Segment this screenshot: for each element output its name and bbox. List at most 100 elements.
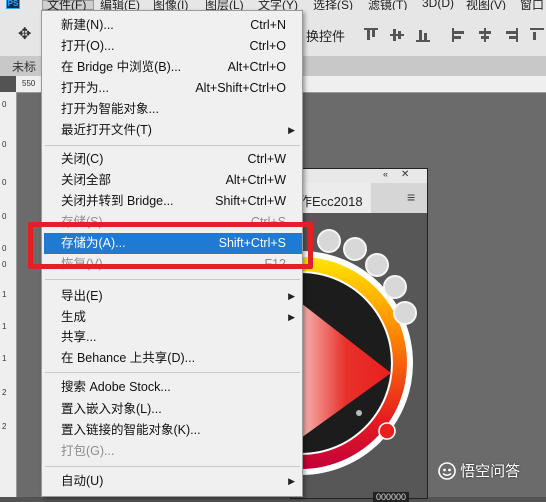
menu-item-label: 生成: [61, 310, 87, 324]
menu-item-share[interactable]: 共享...: [42, 327, 302, 348]
menubar: PS 文件(F) 编辑(E) 图像(I) 图层(L) 文字(Y) 选择(S) 滤…: [0, 0, 546, 10]
ruler-label: 2: [2, 388, 7, 397]
menu-item-open-as[interactable]: 打开为... Alt+Shift+Ctrl+O: [42, 78, 302, 99]
ruler-label: 0: [2, 212, 7, 221]
swatch-button-icon[interactable]: [343, 237, 367, 261]
swatch-button-icon[interactable]: [365, 253, 389, 277]
align-bottom-icon[interactable]: [416, 28, 430, 42]
menu-item-open-as-smart-object[interactable]: 打开为智能对象...: [42, 99, 302, 120]
document-tab[interactable]: 未标: [12, 58, 36, 75]
annotation-highlight-box: [28, 222, 313, 269]
triangle-picker-dot[interactable]: [356, 410, 362, 416]
menu-item-new[interactable]: 新建(N)... Ctrl+N: [42, 15, 302, 36]
menu-item-label: 共享...: [61, 330, 97, 344]
menu-item-shortcut: Alt+Shift+Ctrl+O: [195, 81, 286, 95]
swatch-button-icon[interactable]: [393, 301, 417, 325]
align-right-icon[interactable]: [504, 28, 518, 42]
menu-item-label: 打开为...: [61, 81, 109, 95]
menu-item-package[interactable]: 打包(G)...: [42, 441, 302, 462]
watermark: 悟空问答: [438, 460, 520, 481]
menu-item-generate[interactable]: 生成 ▶: [42, 307, 302, 328]
menu-item-shortcut: Ctrl+W: [247, 152, 286, 166]
show-transform-controls-label[interactable]: 换控件: [306, 26, 345, 45]
menu-item-share-on-behance[interactable]: 在 Behance 上共享(D)...: [42, 348, 302, 369]
menu-item-label: 在 Behance 上共享(D)...: [61, 351, 196, 365]
menu-item-place-linked[interactable]: 置入链接的智能对象(K)...: [42, 420, 302, 441]
menu-item-label: 打开(O)...: [61, 39, 115, 53]
menu-item-place-embedded[interactable]: 置入嵌入对象(L)...: [42, 399, 302, 420]
ruler-label: 1: [2, 354, 7, 363]
menu-item-browse-in-bridge[interactable]: 在 Bridge 中浏览(B)... Alt+Ctrl+O: [42, 57, 302, 78]
collapse-icon[interactable]: «: [383, 169, 388, 179]
ruler-label: 1: [2, 322, 7, 331]
menu-item-label: 新建(N)...: [61, 18, 114, 32]
menu-item-open[interactable]: 打开(O)... Ctrl+O: [42, 36, 302, 57]
menu-item-automate[interactable]: 自动(U) ▶: [42, 471, 302, 492]
menubar-select[interactable]: 选择(S): [313, 0, 353, 10]
panel-header[interactable]: « ✕: [291, 169, 427, 183]
menubar-layer[interactable]: 图层(L): [205, 0, 244, 10]
ruler-label: 0: [2, 244, 7, 253]
panel-tab-bar: 作Ecc2018 ≡: [291, 183, 427, 213]
swatch-button-icon[interactable]: [317, 229, 341, 253]
menu-separator: [45, 372, 300, 373]
panel-tab[interactable]: 作Ecc2018: [291, 183, 371, 213]
ruler-label: 0: [2, 178, 7, 187]
menu-separator: [45, 466, 300, 467]
menu-item-label: 导出(E): [61, 289, 103, 303]
panel-title: 作Ecc2018: [299, 194, 363, 209]
ruler-label: 0: [2, 140, 7, 149]
ruler-label: 2: [2, 422, 7, 431]
align-top-icon[interactable]: [364, 28, 378, 42]
menu-item-label: 关闭并转到 Bridge...: [61, 194, 174, 208]
floating-panel: « ✕ 作Ecc2018 ≡ 000000: [290, 168, 428, 502]
submenu-arrow-icon: ▶: [288, 125, 295, 135]
submenu-arrow-icon: ▶: [288, 312, 295, 322]
hue-picker-handle[interactable]: [378, 422, 396, 440]
close-icon[interactable]: ✕: [401, 169, 409, 180]
menu-item-close-all[interactable]: 关闭全部 Alt+Ctrl+W: [42, 170, 302, 191]
move-tool-icon[interactable]: ✥: [18, 24, 31, 44]
panel-menu-icon[interactable]: ≡: [407, 189, 415, 205]
menubar-filter[interactable]: 滤镜(T): [368, 0, 407, 10]
ruler-label: 1: [2, 290, 7, 299]
menu-item-export[interactable]: 导出(E) ▶: [42, 286, 302, 307]
menu-item-close[interactable]: 关闭(C) Ctrl+W: [42, 149, 302, 170]
swatch-button-icon[interactable]: [383, 275, 407, 299]
menu-item-search-adobe-stock[interactable]: 搜索 Adobe Stock...: [42, 377, 302, 398]
align-left-icon[interactable]: [452, 28, 466, 42]
align-horizontal-center-icon[interactable]: [478, 28, 492, 42]
menu-item-label: 打开为智能对象...: [61, 102, 159, 116]
menu-item-shortcut: Ctrl+O: [249, 39, 286, 53]
menubar-view[interactable]: 视图(V): [466, 0, 506, 10]
ruler-label: 0: [2, 100, 7, 109]
menubar-type[interactable]: 文字(Y): [258, 0, 298, 10]
menu-item-shortcut: Alt+Ctrl+O: [227, 60, 286, 74]
menu-item-label: 最近打开文件(T): [61, 123, 152, 137]
vertical-ruler: 0 0 0 0 0 0 1 1 1 2 2: [0, 92, 17, 497]
menu-item-label: 自动(U): [61, 474, 104, 488]
menu-item-label: 置入嵌入对象(L)...: [61, 402, 162, 416]
menu-item-shortcut: Alt+Ctrl+W: [225, 173, 286, 187]
menu-item-label: 置入链接的智能对象(K)...: [61, 423, 201, 437]
submenu-arrow-icon: ▶: [288, 476, 295, 486]
menubar-image[interactable]: 图像(I): [153, 0, 188, 10]
menu-item-label: 关闭(C): [61, 152, 104, 166]
menu-item-recent-files[interactable]: 最近打开文件(T) ▶: [42, 120, 302, 141]
distribute-icon[interactable]: [530, 28, 544, 42]
photoshop-logo: PS: [6, 0, 20, 9]
menu-item-label: 搜索 Adobe Stock...: [61, 380, 171, 394]
watermark-text: 悟空问答: [460, 463, 521, 480]
menubar-window[interactable]: 窗口: [520, 0, 544, 10]
menubar-edit[interactable]: 编辑(E): [100, 0, 140, 10]
menu-item-close-and-go-to-bridge[interactable]: 关闭并转到 Bridge... Shift+Ctrl+W: [42, 191, 302, 212]
menu-separator: [45, 145, 300, 146]
submenu-arrow-icon: ▶: [288, 291, 295, 301]
menu-separator: [45, 279, 300, 280]
menu-item-label: 在 Bridge 中浏览(B)...: [61, 60, 182, 74]
menubar-3d[interactable]: 3D(D): [422, 0, 454, 10]
menu-item-label: 打包(G)...: [61, 444, 115, 458]
hex-value-readout[interactable]: 000000: [373, 492, 410, 502]
align-vertical-center-icon[interactable]: [390, 28, 404, 42]
menubar-file[interactable]: 文件(F): [47, 0, 86, 10]
